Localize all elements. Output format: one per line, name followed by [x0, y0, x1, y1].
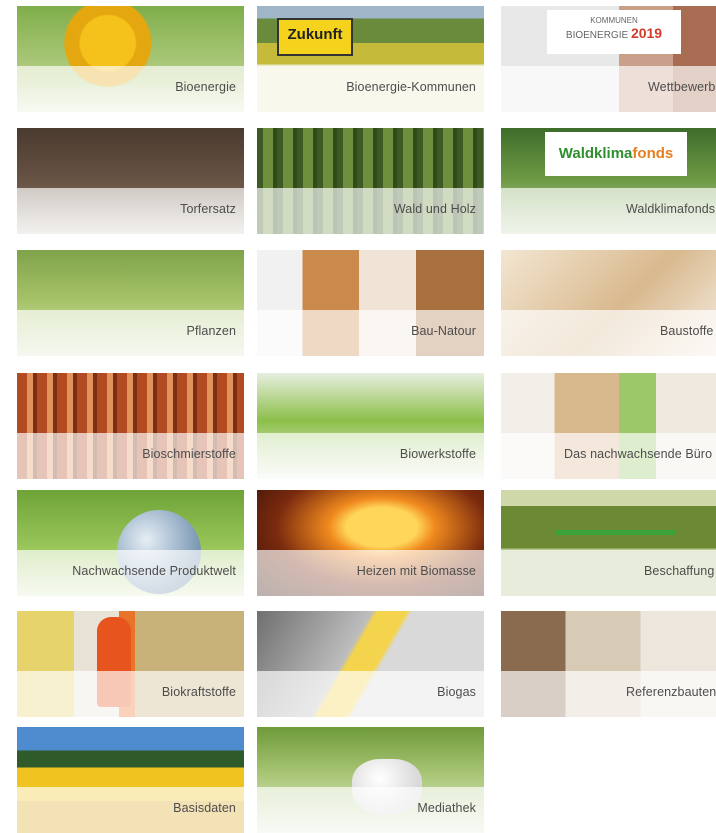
- tile-wald-und-holz[interactable]: Wald und Holz: [257, 128, 484, 234]
- tile-bau-natour[interactable]: Bau-Natour: [257, 250, 484, 356]
- tile-biokraftstoffe[interactable]: Biokraftstoffe: [17, 611, 244, 717]
- tile-heizen-mit-biomasse[interactable]: Heizen mit Biomasse: [257, 490, 484, 596]
- tile-label: Wald und Holz: [393, 202, 476, 216]
- tile-label: Baustoffe: [660, 324, 714, 338]
- tile-label: Biogas: [437, 685, 476, 699]
- tile-basisdaten[interactable]: Basisdaten: [17, 727, 244, 833]
- tile-mediathek[interactable]: Mediathek: [257, 727, 484, 833]
- zukunft-sign: Zukunft: [277, 18, 353, 56]
- tile-nachwachsende-buero[interactable]: Das nachwachsende Büro: [501, 373, 716, 479]
- tile-label: Bioenergie: [175, 80, 236, 94]
- tile-torfersatz[interactable]: Torfersatz: [17, 128, 244, 234]
- tile-label: Beschaffung: [644, 564, 715, 578]
- tile-label: Pflanzen: [186, 324, 236, 338]
- tile-bioenergie-kommunen[interactable]: Zukunft Bioenergie-Kommunen: [257, 6, 484, 112]
- tile-referenzbauten[interactable]: Referenzbauten: [501, 611, 716, 717]
- tile-bioenergie[interactable]: Bioenergie: [17, 6, 244, 112]
- tile-label: Nachwachsende Produktwelt: [72, 564, 236, 578]
- tile-label: Basisdaten: [173, 801, 236, 815]
- tile-pflanzen[interactable]: Pflanzen: [17, 250, 244, 356]
- tile-label: Wettbewerb: [648, 80, 716, 94]
- tile-label: Torfersatz: [180, 202, 236, 216]
- tile-bioschmierstoffe[interactable]: Bioschmierstoffe: [17, 373, 244, 479]
- tile-beschaffung[interactable]: Beschaffung: [501, 490, 716, 596]
- tile-label: Heizen mit Biomasse: [356, 564, 476, 578]
- waldklimafonds-logo: Waldklimafonds: [545, 132, 687, 176]
- tile-label: Bioschmierstoffe: [142, 447, 236, 461]
- tile-label: Mediathek: [417, 801, 476, 815]
- tile-waldklimafonds[interactable]: Waldklimafonds Waldklimafonds: [501, 128, 716, 234]
- tile-label: Bioenergie-Kommunen: [346, 80, 476, 94]
- tile-label: Biokraftstoffe: [161, 685, 236, 699]
- tile-biogas[interactable]: Biogas: [257, 611, 484, 717]
- tile-label: Bau-Natour: [411, 324, 476, 338]
- tile-wettbewerb[interactable]: KOMMUNEN BIOENERGIE 2019 Wettbewerb: [501, 6, 716, 112]
- tile-nachwachsende-produktwelt[interactable]: Nachwachsende Produktwelt: [17, 490, 244, 596]
- tile-baustoffe[interactable]: Baustoffe: [501, 250, 716, 356]
- tile-label: Referenzbauten: [626, 685, 716, 699]
- bioenergie-kommunen-logo: KOMMUNEN BIOENERGIE 2019: [547, 10, 681, 54]
- tile-biowerkstoffe[interactable]: Biowerkstoffe: [257, 373, 484, 479]
- tile-label: Waldklimafonds: [626, 202, 716, 216]
- tile-label: Das nachwachsende Büro: [564, 447, 713, 461]
- tile-label: Biowerkstoffe: [399, 447, 476, 461]
